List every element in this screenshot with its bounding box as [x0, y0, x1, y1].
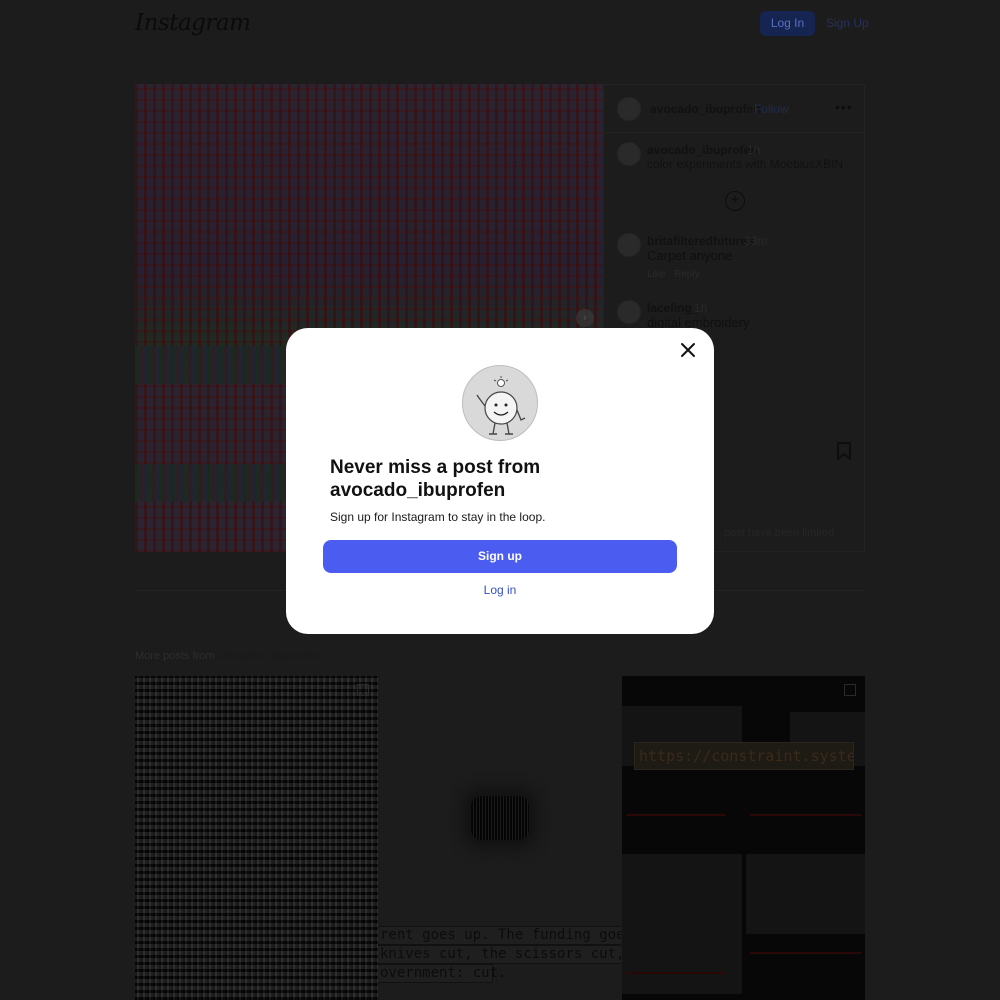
multiple-images-icon	[357, 684, 369, 696]
modal-title: Never miss a post from avocado_ibuprofen	[330, 457, 541, 501]
ascii-blob-image	[471, 796, 529, 840]
comments-limited-note: post have been limited.	[724, 527, 838, 539]
comment-username[interactable]: laceling_	[647, 301, 698, 315]
more-posts-prefix: More posts from	[135, 650, 215, 662]
caption-avatar[interactable]	[617, 142, 641, 166]
more-posts-username[interactable]: avocado_ibuprofen	[218, 650, 319, 662]
follow-button[interactable]: Follow	[754, 102, 789, 116]
multiple-images-icon	[844, 684, 856, 696]
post-author-name[interactable]: avocado_ibuprofen	[650, 102, 761, 116]
login-link[interactable]: Log in	[286, 583, 714, 597]
signup-modal: Never miss a post from avocado_ibuprofen…	[286, 328, 714, 634]
like-comment-link[interactable]: Like	[647, 269, 665, 280]
ascii-art-texture	[135, 676, 378, 1000]
caption-text: color experiments with MoebiusXBIN	[647, 157, 844, 171]
more-posts-heading: More posts from avocado_ibuprofen	[135, 650, 319, 662]
collage-panel	[746, 854, 865, 934]
bookmark-icon[interactable]	[837, 442, 851, 460]
signup-button[interactable]: Sign up	[323, 540, 677, 573]
text-art-line: overnment: cut.	[378, 964, 507, 983]
more-options-icon[interactable]: •••	[835, 99, 853, 115]
text-art-caption: rent goes up. The funding goes dow knive…	[378, 926, 621, 983]
comment-avatar[interactable]	[617, 300, 641, 324]
lightbulb-mascot-icon	[476, 376, 526, 435]
header-login-button[interactable]: Log In	[760, 11, 815, 36]
caption-time: 1h	[747, 143, 761, 157]
reply-comment-link[interactable]: Reply	[674, 269, 700, 280]
more-post-thumbnail[interactable]: rent goes up. The funding goes dow knive…	[378, 676, 621, 1000]
collage-url-text: https://constraint.systems	[634, 742, 854, 770]
modal-subtitle: Sign up for Instagram to stay in the loo…	[330, 510, 546, 524]
collage-text-line	[750, 952, 862, 954]
comment-username[interactable]: britafilteredfutures	[647, 234, 754, 248]
caption-username[interactable]: avocado_ibuprofen	[647, 143, 758, 157]
close-icon[interactable]	[680, 342, 696, 358]
follow-separator: ·	[747, 102, 751, 116]
text-art-line: knives cut, the scissors cut, the vo	[378, 945, 621, 964]
post-header: avocado_ibuprofen · Follow •••	[604, 85, 864, 133]
more-post-thumbnail[interactable]	[135, 676, 378, 1000]
top-navigation-bar: Instagram Log In Sign Up	[0, 0, 1000, 52]
comment-text: Carpet anyone	[647, 248, 733, 263]
next-image-arrow-icon[interactable]: ›	[576, 309, 594, 327]
load-more-comments-icon[interactable]: +	[725, 191, 745, 211]
mascot-avatar	[462, 365, 538, 441]
more-post-thumbnail[interactable]: https://constraint.systems	[622, 676, 865, 1000]
comment-avatar[interactable]	[617, 233, 641, 257]
collage-text-line	[626, 814, 726, 816]
text-art-line: rent goes up. The funding goes dow	[378, 926, 621, 945]
comment-time: 1h	[694, 301, 708, 315]
instagram-logo[interactable]: Instagram	[135, 10, 251, 36]
comment-time: 33m	[744, 234, 768, 248]
collage-text-line	[750, 814, 862, 816]
author-avatar[interactable]	[617, 97, 641, 121]
header-signup-link[interactable]: Sign Up	[826, 16, 869, 30]
collage-text-line	[626, 972, 726, 974]
